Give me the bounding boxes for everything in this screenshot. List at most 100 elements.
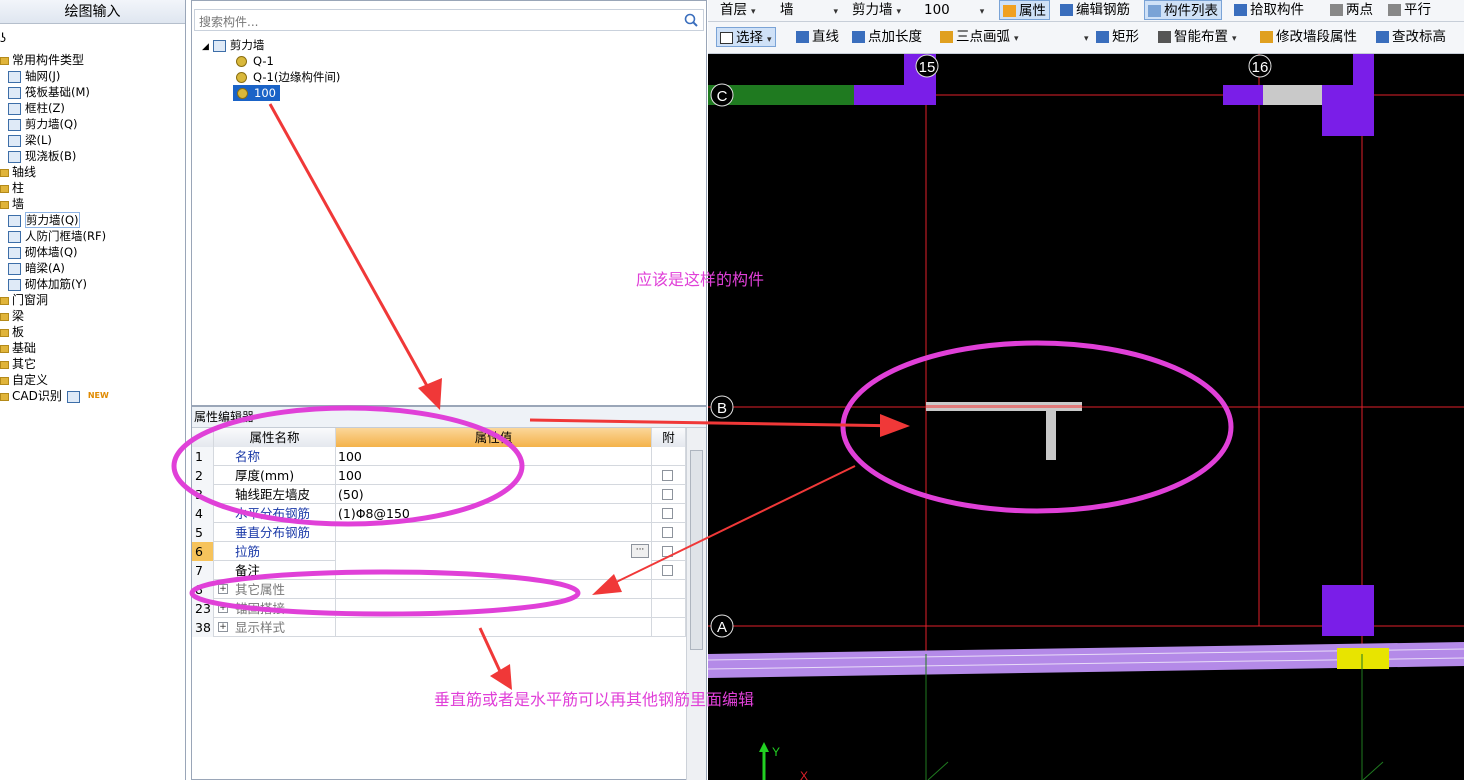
select-button[interactable]: 选择 ▾ — [716, 27, 776, 47]
property-group-row[interactable]: 38 + 显示样式 — [192, 618, 686, 637]
tree-group-beam[interactable]: 梁 — [0, 308, 24, 324]
svg-text:15: 15 — [919, 59, 936, 76]
tree-item-masonry-wall[interactable]: 砌体墙(Q) — [8, 244, 78, 260]
axis-bubble-16: 16 — [1248, 54, 1272, 78]
folder-icon — [0, 360, 9, 369]
expand-icon[interactable]: + — [218, 584, 228, 594]
component-item[interactable]: Q-1(边缘构件间) — [236, 69, 340, 85]
tree-group-other[interactable]: 其它 — [0, 356, 36, 372]
tree-root-marker: ʖ — [0, 31, 7, 45]
axis-bubble-15: 15 — [915, 54, 939, 78]
arc-dropdown[interactable]: ▾ — [1080, 27, 1089, 47]
tree-group-slab[interactable]: 板 — [0, 324, 24, 340]
attach-checkbox[interactable] — [662, 470, 673, 481]
shear-wall-icon — [8, 118, 21, 131]
tree-item-shear-wall[interactable]: 剪力墙(Q) — [8, 116, 78, 132]
annotation-component-note: 应该是这样的构件 — [636, 270, 765, 289]
attach-checkbox[interactable] — [662, 489, 673, 500]
toolbar-component: 首层 ▾ 墙 ▾ 剪力墙 ▾ 100 ▾ 属性 编辑钢筋 构件列表 拾取构件 两点 平行 — [708, 0, 1464, 22]
tree-group-foundation[interactable]: 基础 — [0, 340, 36, 356]
smart-layout-button[interactable]: 智能布置 ▾ — [1158, 27, 1237, 47]
expand-icon[interactable]: + — [218, 622, 228, 632]
scroll-thumb[interactable] — [690, 450, 703, 650]
folder-icon — [0, 200, 9, 209]
collapse-icon[interactable]: ◢ — [202, 42, 209, 52]
search-icon[interactable] — [683, 12, 699, 28]
attach-checkbox[interactable] — [662, 546, 673, 557]
property-group-row[interactable]: 8 + 其它属性 — [192, 580, 686, 599]
tree-group-custom[interactable]: 自定义 — [0, 372, 48, 388]
svg-text:A: A — [717, 619, 727, 636]
property-row[interactable]: 5 垂直分布钢筋 — [192, 523, 686, 542]
check-elevation-button[interactable]: 查改标高 — [1376, 27, 1446, 47]
tree-group-wall[interactable]: 墙 — [0, 196, 24, 212]
pick-component-button[interactable]: 拾取构件 — [1234, 0, 1304, 20]
property-row-selected[interactable]: 6 拉筋 ··· — [192, 542, 686, 561]
property-row[interactable]: 7 备注 — [192, 561, 686, 580]
two-points-button[interactable]: 两点 — [1330, 0, 1373, 20]
component-root[interactable]: ◢ 剪力墙 — [202, 37, 264, 53]
tree-item-shear-wall-selected[interactable]: 剪力墙(Q) — [8, 212, 80, 228]
header-value: 属性值 — [336, 428, 652, 447]
tree-item-hidden-beam[interactable]: 暗梁(A) — [8, 260, 65, 276]
edit-rebar-button[interactable]: 编辑钢筋 — [1060, 0, 1130, 20]
grid-icon — [8, 70, 21, 83]
tree-item-frame-column[interactable]: 框柱(Z) — [8, 100, 65, 116]
properties-button[interactable]: 属性 — [999, 0, 1050, 20]
point-length-button[interactable]: 点加长度 — [852, 27, 922, 47]
component-item-selected[interactable]: 100 — [233, 85, 280, 101]
expand-icon[interactable]: + — [218, 603, 228, 613]
modify-wall-icon — [1260, 31, 1273, 43]
property-row[interactable]: 2 厚度(mm) 100 — [192, 466, 686, 485]
masonry-rebar-icon — [8, 278, 21, 291]
type-select[interactable]: 剪力墙 ▾ — [852, 0, 901, 20]
tree-group-axis[interactable]: 轴线 — [0, 164, 36, 180]
folder-icon — [0, 392, 9, 401]
folder-icon — [0, 56, 9, 65]
tree-item-civil-defense-wall[interactable]: 人防门框墙(RF) — [8, 228, 106, 244]
new-badge: NEW — [87, 391, 109, 400]
pick-icon — [1234, 4, 1247, 16]
parallel-button[interactable]: 平行 — [1388, 0, 1431, 20]
pencil-icon — [1060, 4, 1073, 16]
component-list-button[interactable]: 构件列表 — [1144, 0, 1222, 20]
component-select[interactable]: 100 ▾ — [924, 0, 984, 20]
component-search-input[interactable]: 搜索构件... — [194, 9, 704, 31]
tree-group-column[interactable]: 柱 — [0, 180, 24, 196]
modify-wall-button[interactable]: 修改墙段属性 — [1260, 27, 1357, 47]
tree-item-masonry-rebar[interactable]: 砌体加筋(Y) — [8, 276, 87, 292]
arc-button[interactable]: 三点画弧 ▾ — [940, 27, 1019, 47]
list-icon — [1148, 5, 1161, 17]
slab-icon — [8, 150, 21, 163]
attach-checkbox[interactable] — [662, 527, 673, 538]
tree-item-slab[interactable]: 现浇板(B) — [8, 148, 76, 164]
tree-group-cad[interactable]: CAD识别 NEW — [0, 388, 109, 404]
tree-item-grid[interactable]: 轴网(J) — [8, 68, 60, 84]
category-select[interactable]: 墙 ▾ — [780, 0, 838, 20]
component-list-panel: 搜索构件... ◢ 剪力墙 Q-1 Q-1(边缘构件间) 100 — [191, 0, 707, 406]
drawing-canvas[interactable]: 15 16 C B A Y X — [708, 54, 1464, 780]
tree-group-common[interactable]: 常用构件类型 — [0, 52, 84, 68]
property-scrollbar[interactable] — [686, 428, 706, 780]
tree-item-beam[interactable]: 梁(L) — [8, 132, 52, 148]
attach-checkbox[interactable] — [662, 508, 673, 519]
property-row[interactable]: 4 水平分布钢筋 (1)Φ8@150 — [192, 504, 686, 523]
component-item[interactable]: Q-1 — [236, 53, 274, 69]
folder-icon — [0, 312, 9, 321]
tree-item-raft[interactable]: 筏板基础(M) — [8, 84, 90, 100]
property-group-row[interactable]: 23 + 锚固搭接 — [192, 599, 686, 618]
line-button[interactable]: 直线 — [796, 27, 839, 47]
axis-bubble-B: B — [710, 395, 734, 419]
property-row[interactable]: 1 名称 100 — [192, 447, 686, 466]
ellipsis-button[interactable]: ··· — [631, 544, 649, 558]
rect-icon — [1096, 31, 1109, 43]
property-row[interactable]: 3 轴线距左墙皮 (50) — [192, 485, 686, 504]
attach-checkbox[interactable] — [662, 565, 673, 576]
component-tree: ◢ 剪力墙 Q-1 Q-1(边缘构件间) 100 — [192, 35, 706, 405]
svg-text:X: X — [800, 769, 808, 780]
wall-vertical — [1353, 54, 1374, 94]
floor-select[interactable]: 首层 ▾ — [720, 0, 756, 20]
masonry-wall-icon — [8, 246, 21, 259]
tree-group-openings[interactable]: 门窗洞 — [0, 292, 48, 308]
rect-button[interactable]: 矩形 — [1096, 27, 1139, 47]
